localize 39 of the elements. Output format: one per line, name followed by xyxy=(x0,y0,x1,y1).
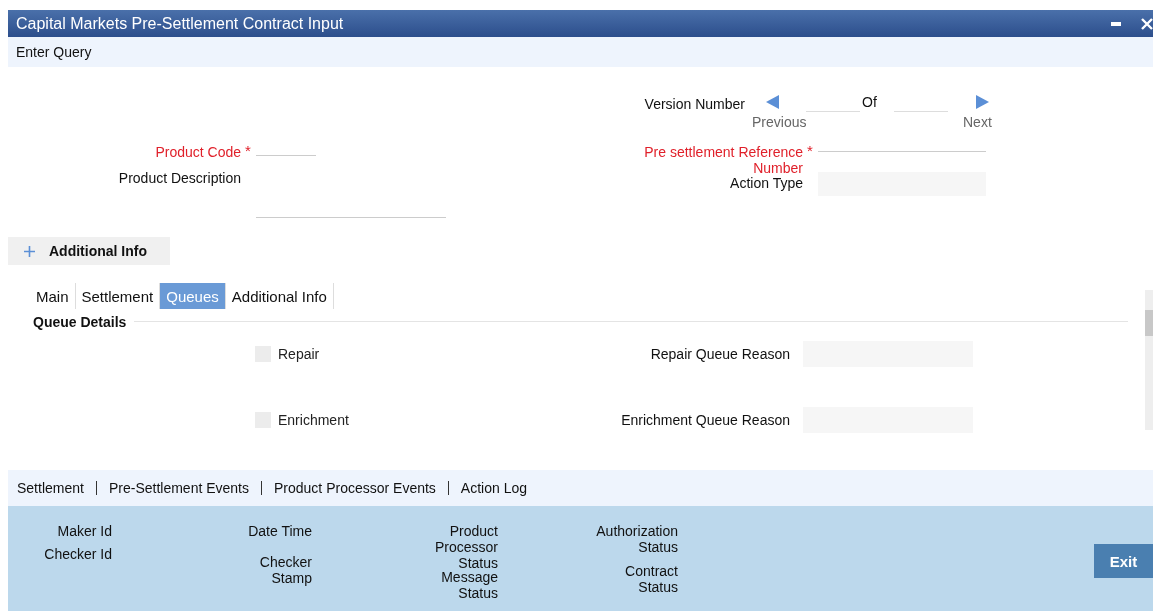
audit-label: Product Processor Status xyxy=(433,523,498,571)
audit-label: Message Status xyxy=(440,569,498,601)
audit-label: Checker Id xyxy=(43,546,112,562)
field-label: Pre settlement Reference Number xyxy=(643,144,803,176)
next-arrow-icon[interactable] xyxy=(976,95,989,109)
footer-link[interactable]: Action Log xyxy=(455,480,533,496)
scrollbar[interactable] xyxy=(1145,290,1153,430)
of-label: Of xyxy=(862,93,878,112)
footer-link[interactable]: Product Processor Events xyxy=(269,480,441,496)
next-link[interactable]: Next xyxy=(963,114,992,130)
field-label: Version Number xyxy=(643,95,745,112)
window-title: Capital Markets Pre-Settlement Contract Input xyxy=(16,14,345,33)
audit-label: Authorization Status xyxy=(595,523,678,555)
toolbar-button[interactable]: Enter Query xyxy=(12,42,96,62)
exit-button[interactable]: Exit xyxy=(1094,544,1153,578)
field-label: Action Type xyxy=(729,174,803,191)
minimize-icon[interactable] xyxy=(1111,21,1121,26)
tab[interactable]: Main xyxy=(30,283,76,309)
plus-icon xyxy=(24,245,35,257)
audit-label: Contract Status xyxy=(624,563,678,595)
checkbox-label: Repair xyxy=(278,346,321,362)
required-marker: * xyxy=(244,144,252,158)
required-marker: * xyxy=(806,144,814,158)
audit-label: Date Time xyxy=(247,523,312,539)
audit-label: Checker Stamp xyxy=(258,554,312,586)
previous-link[interactable]: Previous xyxy=(752,114,807,130)
field-label: Enrichment Queue Reason xyxy=(620,412,790,428)
footer-link[interactable]: Settlement xyxy=(12,480,89,496)
additional-info-toggle[interactable]: Additional Info xyxy=(8,237,170,265)
audit-label: Maker Id xyxy=(56,523,112,539)
field-label: Product Code xyxy=(154,144,241,160)
field-label: Product Description xyxy=(117,170,241,186)
field-label: Repair Queue Reason xyxy=(649,346,790,362)
footer-link[interactable]: Pre-Settlement Events xyxy=(103,480,254,496)
section-heading: Queue Details xyxy=(33,314,127,330)
close-icon[interactable] xyxy=(1141,17,1153,30)
previous-arrow-icon[interactable] xyxy=(766,95,779,109)
checkbox-label: Enrichment xyxy=(278,412,350,428)
tab[interactable]: Additional Info xyxy=(225,283,334,309)
